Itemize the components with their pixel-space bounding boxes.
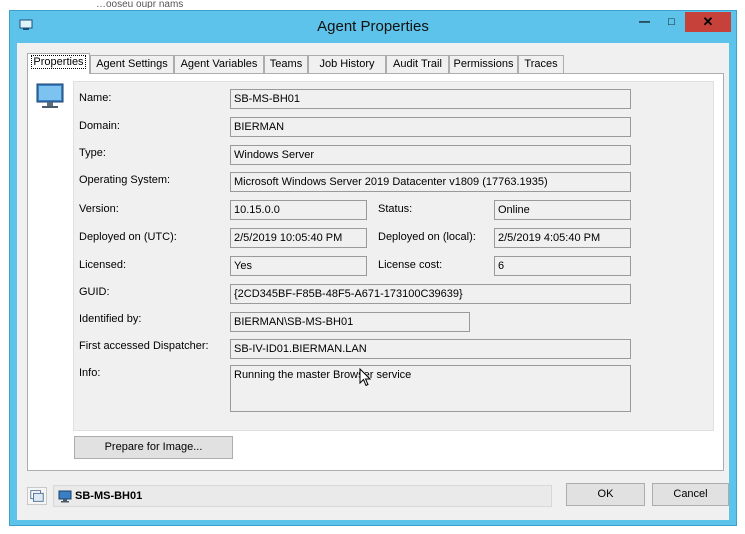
info-field[interactable]: Running the master Browser service xyxy=(230,365,631,412)
minimize-button[interactable]: — xyxy=(631,12,658,32)
operating-system-field[interactable]: Microsoft Windows Server 2019 Datacenter… xyxy=(230,172,631,192)
tab-traces[interactable]: Traces xyxy=(518,55,564,74)
properties-group: Name: SB-MS-BH01 Domain: BIERMAN Type: W… xyxy=(73,81,714,431)
guid-label: GUID: xyxy=(79,286,110,298)
status-agent-field: SB-MS-BH01 xyxy=(53,485,552,507)
prepare-for-image-button[interactable]: Prepare for Image... xyxy=(74,436,233,459)
version-label: Version: xyxy=(79,203,119,215)
properties-panel: Name: SB-MS-BH01 Domain: BIERMAN Type: W… xyxy=(27,73,724,471)
name-label: Name: xyxy=(79,92,112,104)
tab-agent-settings[interactable]: Agent Settings xyxy=(90,55,174,74)
agent-list-icon[interactable] xyxy=(27,487,47,505)
tab-properties[interactable]: Properties xyxy=(27,53,90,74)
guid-field[interactable]: {2CD345BF-F85B-48F5-A671-173100C39639} xyxy=(230,284,631,304)
tab-job-history[interactable]: Job History xyxy=(308,55,386,74)
license-cost-label: License cost: xyxy=(378,259,443,271)
identified-by-field[interactable]: BIERMAN\SB-MS-BH01 xyxy=(230,312,470,332)
deployed-utc-field[interactable]: 2/5/2019 10:05:40 PM xyxy=(230,228,367,248)
deployed-utc-label: Deployed on (UTC): xyxy=(79,231,177,243)
agent-properties-window: Agent Properties — □ ✕ Properties Agent … xyxy=(9,10,737,526)
ok-button[interactable]: OK xyxy=(566,483,645,506)
type-label: Type: xyxy=(79,147,106,159)
title-bar[interactable]: Agent Properties — □ ✕ xyxy=(10,11,736,43)
first-dispatcher-label: First accessed Dispatcher: xyxy=(79,340,209,352)
deployed-local-label: Deployed on (local): xyxy=(378,231,476,243)
deployed-local-field[interactable]: 2/5/2019 4:05:40 PM xyxy=(494,228,631,248)
status-bar: SB-MS-BH01 xyxy=(27,485,552,507)
domain-label: Domain: xyxy=(79,120,120,132)
computer-small-icon xyxy=(58,490,72,503)
operating-system-label: Operating System: xyxy=(79,174,171,186)
name-field[interactable]: SB-MS-BH01 xyxy=(230,89,631,109)
tab-agent-variables[interactable]: Agent Variables xyxy=(174,55,264,74)
window-title: Agent Properties xyxy=(317,18,429,35)
maximize-button[interactable]: □ xyxy=(658,12,685,32)
status-agent-name: SB-MS-BH01 xyxy=(75,490,143,502)
background-window-text: …ooseu oupr nams xyxy=(96,0,184,8)
cancel-button[interactable]: Cancel xyxy=(652,483,729,506)
domain-field[interactable]: BIERMAN xyxy=(230,117,631,137)
license-cost-field[interactable]: 6 xyxy=(494,256,631,276)
status-field[interactable]: Online xyxy=(494,200,631,220)
info-label: Info: xyxy=(79,367,101,379)
dialog-client-area: Properties Agent Settings Agent Variable… xyxy=(17,43,729,520)
licensed-label: Licensed: xyxy=(79,259,127,271)
licensed-field[interactable]: Yes xyxy=(230,256,367,276)
first-dispatcher-field[interactable]: SB-IV-ID01.BIERMAN.LAN xyxy=(230,339,631,359)
type-field[interactable]: Windows Server xyxy=(230,145,631,165)
version-field[interactable]: 10.15.0.0 xyxy=(230,200,367,220)
tab-audit-trail[interactable]: Audit Trail xyxy=(386,55,449,74)
computer-monitor-icon xyxy=(36,83,64,108)
mouse-cursor-icon xyxy=(359,368,372,387)
identified-by-label: Identified by: xyxy=(79,313,142,325)
status-label: Status: xyxy=(378,203,413,215)
tab-permissions[interactable]: Permissions xyxy=(449,55,518,74)
tab-teams[interactable]: Teams xyxy=(264,55,308,74)
close-button[interactable]: ✕ xyxy=(685,12,731,32)
